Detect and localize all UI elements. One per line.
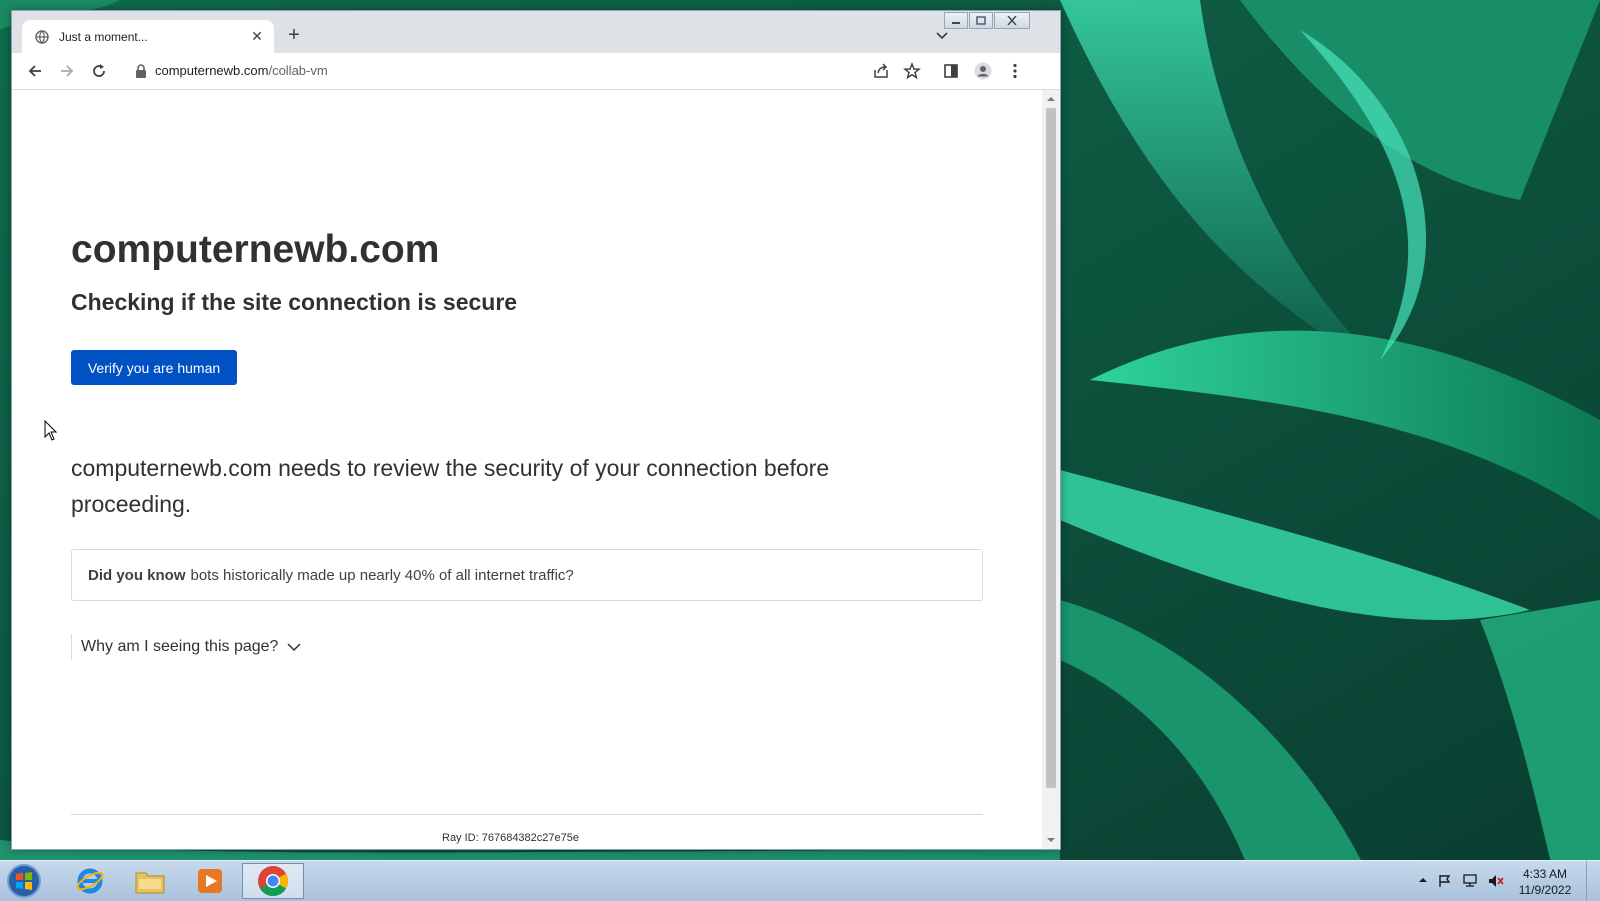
page-content: computernewb.com Checking if the site co… <box>12 90 1042 849</box>
taskbar: 4:33 AM 11/9/2022 <box>0 860 1600 901</box>
taskbar-internet-explorer[interactable] <box>62 863 118 899</box>
bookmark-star-icon[interactable] <box>903 62 921 80</box>
globe-icon <box>35 29 49 44</box>
internet-explorer-icon <box>76 868 104 894</box>
file-explorer-icon <box>135 872 165 894</box>
taskbar-file-explorer[interactable] <box>122 863 178 899</box>
tab-active[interactable]: Just a moment... ✕ <box>22 20 274 53</box>
clock-date: 11/9/2022 <box>1518 883 1572 897</box>
taskbar-media-player[interactable] <box>182 863 238 899</box>
back-arrow-icon[interactable] <box>26 62 44 80</box>
media-player-icon <box>198 869 222 893</box>
page-title: computernewb.com <box>71 228 440 271</box>
tab-title: Just a moment... <box>59 29 148 44</box>
mouse-cursor-icon <box>44 420 58 441</box>
address-bar[interactable]: computernewb.com/collab-vm <box>125 56 945 86</box>
why-seeing-page-toggle[interactable]: Why am I seeing this page? <box>71 634 301 660</box>
url-domain: computernewb.com <box>155 63 269 78</box>
minimize-button[interactable] <box>944 12 968 29</box>
scroll-up-arrow-icon[interactable] <box>1046 94 1056 104</box>
share-icon[interactable] <box>872 62 890 80</box>
verify-human-button[interactable]: Verify you are human <box>71 350 237 385</box>
why-label: Why am I seeing this page? <box>81 638 279 655</box>
more-menu-icon[interactable] <box>1006 62 1024 80</box>
action-center-flag-icon[interactable] <box>1438 874 1452 888</box>
tab-close-icon[interactable]: ✕ <box>249 28 265 45</box>
side-panel-icon[interactable] <box>942 62 960 80</box>
scroll-down-arrow-icon[interactable] <box>1046 835 1056 845</box>
browser-toolbar: computernewb.com/collab-vm <box>12 53 1060 90</box>
profile-avatar-icon[interactable] <box>974 62 992 80</box>
review-message: computernewb.com needs to review the sec… <box>71 455 830 517</box>
reload-icon[interactable] <box>90 62 108 80</box>
clock-time: 4:33 AM <box>1522 867 1568 881</box>
forward-arrow-icon[interactable] <box>58 62 76 80</box>
chrome-icon <box>258 866 289 897</box>
scrollbar-thumb[interactable] <box>1046 108 1056 788</box>
lock-icon[interactable] <box>135 64 147 78</box>
show-desktop-button[interactable] <box>1586 861 1600 901</box>
volume-muted-icon[interactable] <box>1488 874 1504 888</box>
did-you-know-lead: Did you know <box>88 566 186 584</box>
url-path: /collab-vm <box>268 63 328 78</box>
chevron-down-icon <box>287 643 301 652</box>
did-you-know-box: Did you know bots historically made up n… <box>71 549 983 601</box>
new-tab-button[interactable]: + <box>284 25 304 45</box>
browser-window: Just a moment... ✕ + computernewb.com/co… <box>11 10 1061 850</box>
system-tray <box>1418 874 1504 888</box>
url-text: computernewb.com/collab-vm <box>155 63 328 78</box>
did-you-know-text: bots historically made up nearly 40% of … <box>190 566 574 584</box>
page-subtitle: Checking if the site connection is secur… <box>71 289 518 315</box>
tab-strip: Just a moment... ✕ + <box>12 11 1060 53</box>
footer-divider <box>71 814 983 815</box>
taskbar-chrome[interactable] <box>242 863 304 899</box>
taskbar-clock[interactable]: 4:33 AM 11/9/2022 <box>1515 866 1575 898</box>
page-scrollbar[interactable] <box>1042 90 1060 849</box>
close-window-button[interactable] <box>994 12 1030 29</box>
start-button-icon[interactable] <box>6 863 42 899</box>
ray-id: Ray ID: 767684382c27e75e <box>442 832 579 844</box>
network-icon[interactable] <box>1462 874 1478 888</box>
tray-expand-arrow-icon[interactable] <box>1418 874 1428 886</box>
tab-search-chevron-icon[interactable] <box>934 27 950 43</box>
maximize-button[interactable] <box>969 12 993 29</box>
